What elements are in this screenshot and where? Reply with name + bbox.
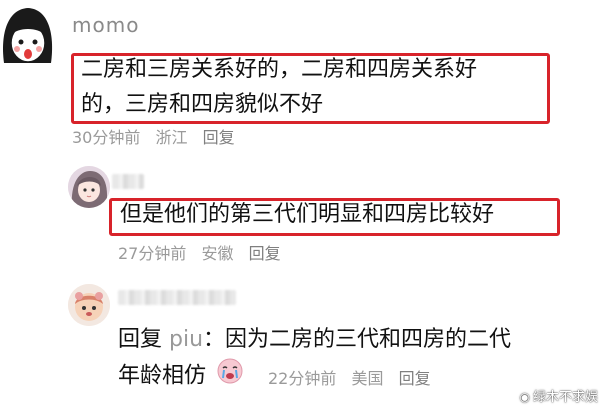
- username[interactable]: momo: [72, 13, 139, 37]
- reply-button[interactable]: 回复: [399, 369, 431, 388]
- crying-emoji-icon: [217, 358, 243, 395]
- blurred-username: [112, 174, 144, 189]
- timestamp: 30分钟前: [72, 128, 141, 147]
- comment-text-line: 回复 piu：因为二房的三代和四房的二代: [118, 323, 511, 357]
- cartoon-girl-avatar-icon: [3, 8, 53, 63]
- location: 安徽: [201, 244, 234, 263]
- comment-text: ：因为二房的三代和四房的二代: [203, 327, 512, 352]
- anime-girl-avatar-icon: [68, 166, 110, 208]
- comment-meta: 27分钟前 安徽 回复: [118, 240, 291, 264]
- location: 美国: [351, 369, 384, 388]
- comment-meta: 30分钟前 浙江 回复: [72, 124, 245, 148]
- comment-text-line: 二房和三房关系好的，二房和四房关系好: [81, 57, 478, 82]
- user-avatar[interactable]: [68, 284, 110, 326]
- user-avatar-momo[interactable]: [0, 3, 55, 69]
- toutiao-logo-icon: ◉: [519, 390, 530, 404]
- reply-prefix: 回复: [118, 327, 163, 352]
- comment-text: 但是他们的第三代们明显和四房比较好: [120, 202, 495, 227]
- reply-button[interactable]: 回复: [249, 244, 281, 263]
- watermark-text: 绿木不求娱: [532, 390, 598, 405]
- user-avatar[interactable]: [68, 166, 110, 208]
- timestamp: 27分钟前: [118, 244, 187, 263]
- reply-to-username[interactable]: piu: [169, 327, 203, 352]
- watermark: ◉ 绿木不求娱: [520, 386, 599, 405]
- chibi-avatar-icon: [68, 284, 110, 326]
- location: 浙江: [155, 128, 188, 147]
- comment-meta: 22分钟前 美国 回复: [268, 365, 441, 389]
- timestamp: 22分钟前: [268, 369, 337, 388]
- blurred-username: [118, 290, 236, 305]
- comment-text: 年龄相仿: [118, 363, 207, 389]
- comment-text-line: 的，三房和四房貌似不好: [81, 92, 324, 117]
- comment-text-line: 年龄相仿: [118, 358, 243, 395]
- reply-button[interactable]: 回复: [203, 128, 235, 147]
